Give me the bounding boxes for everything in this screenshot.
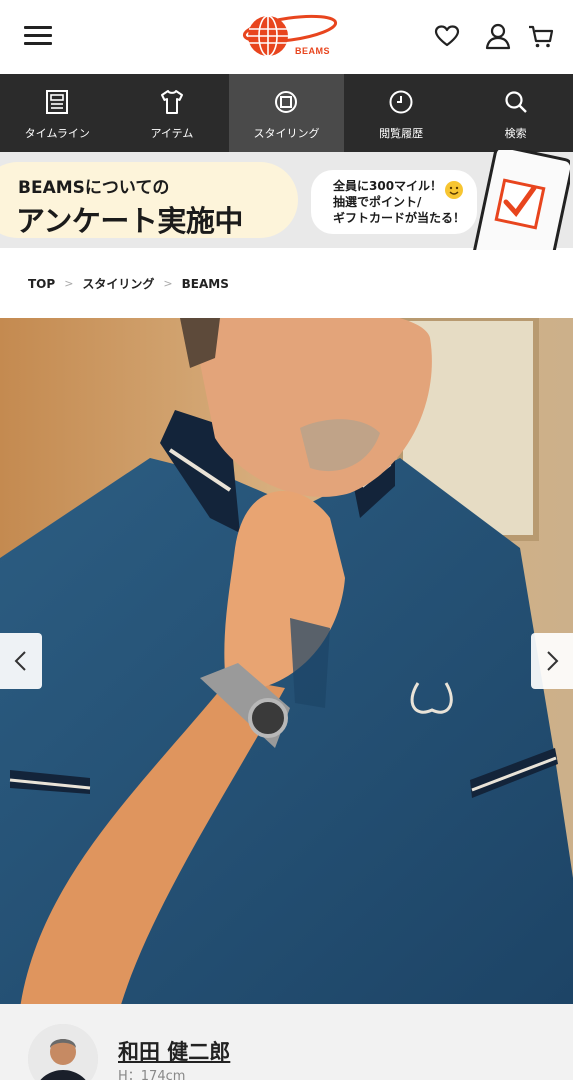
avatar[interactable] [28,1024,98,1080]
heart-icon[interactable] [433,22,461,50]
user-icon[interactable] [484,22,512,50]
staff-height: H：174cm [118,1069,186,1080]
chevron-left-icon [14,651,26,671]
breadcrumb: TOP > スタイリング > BEAMS [28,275,229,292]
tshirt-icon [160,90,183,114]
nav-item-items[interactable]: アイテム [115,74,230,152]
carousel-prev-button[interactable] [0,633,42,689]
breadcrumb-beams: BEAMS [181,276,229,291]
banner-title-line2: アンケート実施中 [16,204,243,238]
staff-info: 和田 健二郎 H：174cm [0,1004,573,1080]
phone-checklist-icon [470,145,573,275]
banner-title-line1: BEAMSについての [18,178,170,198]
nav-item-history[interactable]: 閲覧履歴 [344,74,459,152]
breadcrumb-separator: > [64,277,74,290]
logo-wordmark: BEAMS [295,46,331,56]
carousel-next-button[interactable] [531,633,573,689]
site-header: BEAMS [0,0,573,74]
search-icon [505,91,527,113]
nav-item-search[interactable]: 検索 [458,74,573,152]
styling-icon [275,91,298,113]
clock-icon [389,90,413,114]
nav-label-styling: スタイリング [253,127,320,140]
styling-photo [0,318,573,1004]
nav-label-items: アイテム [150,127,194,140]
timeline-icon [46,90,69,114]
breadcrumb-separator: > [163,277,173,290]
nav-label-timeline: タイムライン [24,127,90,140]
staff-name-link[interactable]: 和田 健二郎 [118,1036,230,1066]
breadcrumb-top[interactable]: TOP [28,277,55,291]
smile-icon [444,180,464,200]
nav-label-search: 検索 [504,127,527,140]
breadcrumb-styling[interactable]: スタイリング [82,275,154,292]
cart-icon[interactable] [527,22,555,50]
nav-label-history: 閲覧履歴 [379,127,424,140]
nav-item-timeline[interactable]: タイムライン [0,74,115,152]
nav-item-styling[interactable]: スタイリング [229,74,344,152]
main-nav: タイムライン アイテム スタイリング 閲覧履歴 検索 [0,74,573,152]
chevron-right-icon [547,651,559,671]
menu-icon[interactable] [24,24,54,48]
